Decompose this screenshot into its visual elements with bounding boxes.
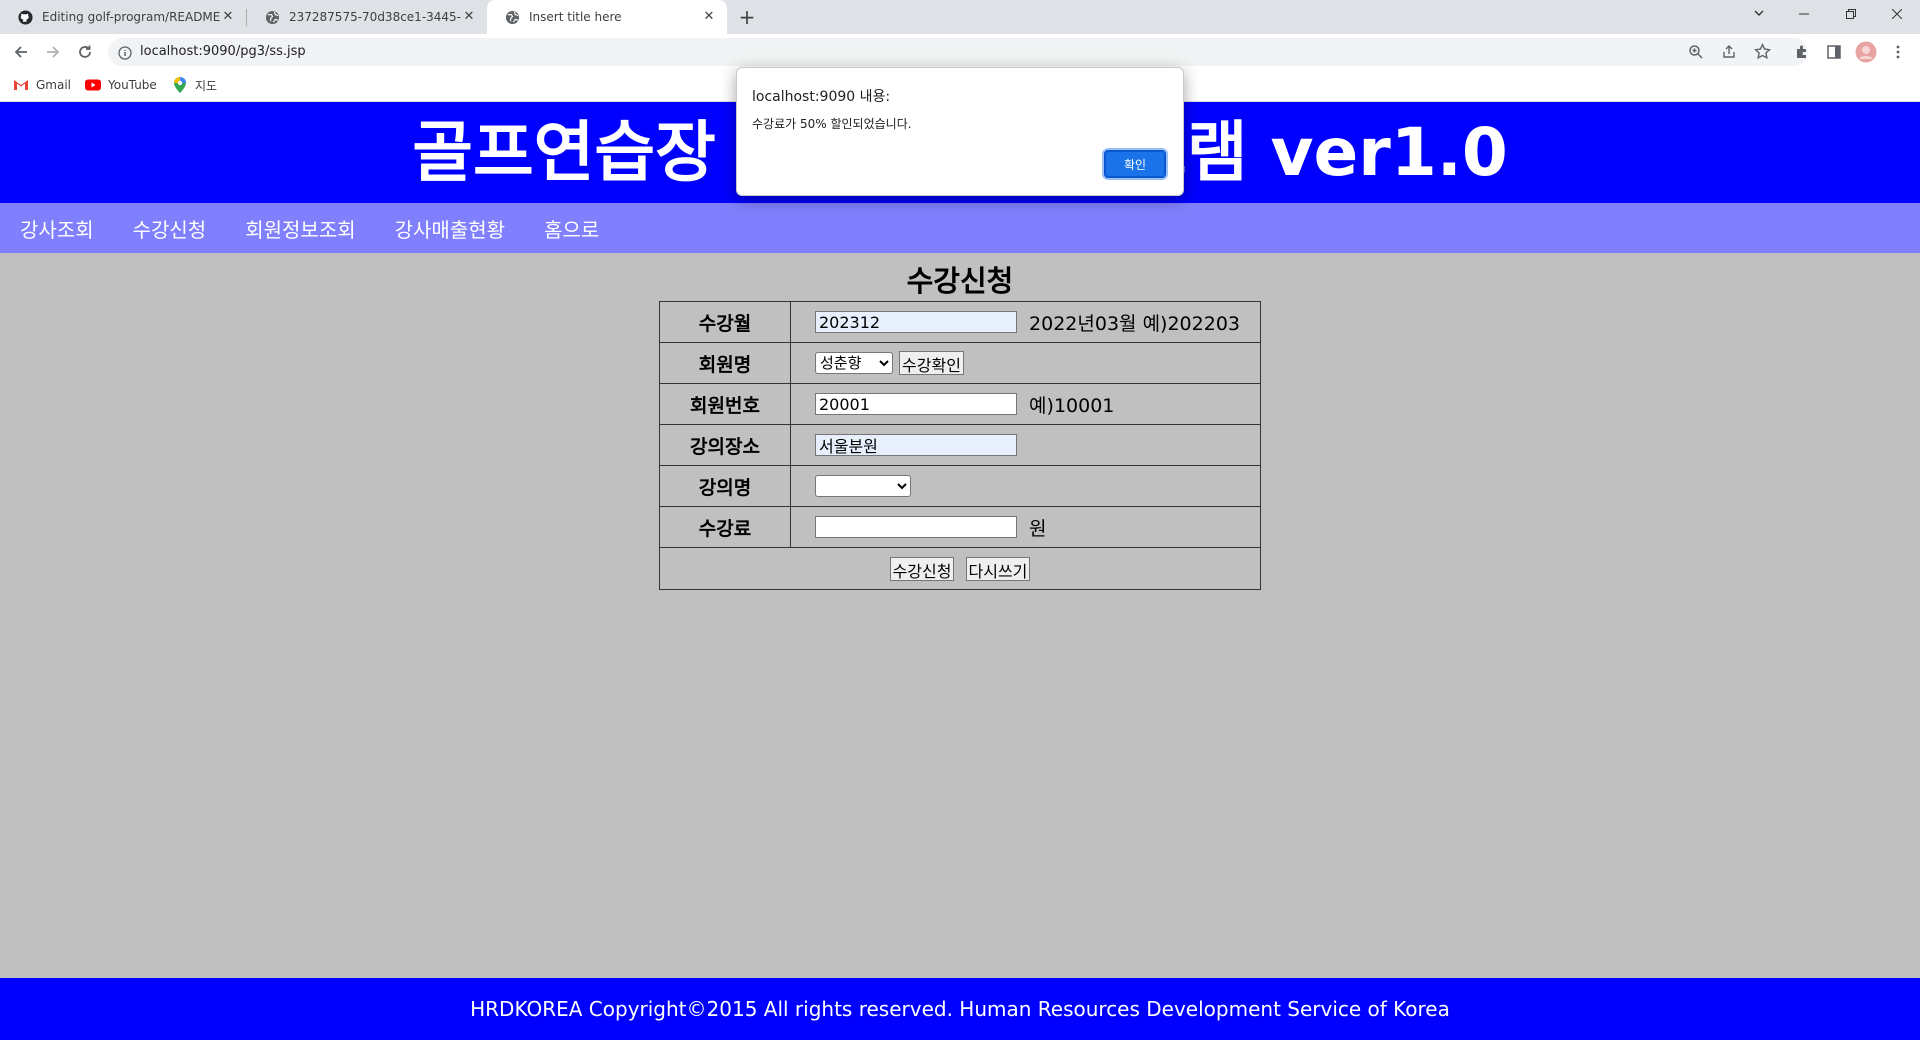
close-icon[interactable]: ✕ [461, 9, 477, 25]
check-course-button[interactable]: 수강확인 [899, 351, 964, 375]
form-heading: 수강신청 [906, 264, 1014, 298]
row-member-name: 회원명 성춘향 수강확인 [659, 342, 1261, 384]
tab-title: Editing golf-program/README. [42, 10, 220, 24]
month-hint: 2022년03월 예)202203 [1029, 312, 1240, 335]
row-class-name: 강의명 [659, 465, 1261, 507]
bookmark-maps[interactable]: 지도 [172, 70, 217, 100]
nav-link-member-info[interactable]: 회원정보조회 [245, 214, 355, 243]
close-icon[interactable]: ✕ [701, 9, 717, 25]
share-icon[interactable] [1721, 44, 1737, 64]
row-actions: 수강신청 다시쓰기 [659, 547, 1261, 590]
member-no-input[interactable] [815, 393, 1017, 415]
month-input[interactable] [815, 311, 1017, 333]
bookmark-label: Gmail [36, 78, 72, 92]
chevron-down-icon[interactable] [1736, 0, 1782, 30]
main-nav: 강사조회 수강신청 회원정보조회 강사매출현황 홈으로 [0, 203, 1920, 253]
back-icon[interactable] [9, 40, 33, 64]
tab-strip: Editing golf-program/README. ✕ 237287575… [0, 0, 1920, 34]
info-icon[interactable] [118, 45, 132, 64]
tab-active[interactable]: Insert title here ✕ [487, 0, 727, 34]
maps-icon [172, 77, 188, 93]
row-month: 수강월 2022년03월 예)202203 [659, 301, 1261, 343]
new-tab-button[interactable]: + [735, 6, 759, 28]
location-input[interactable] [815, 434, 1017, 457]
fee-unit: 원 [1029, 517, 1047, 540]
alert-dialog: localhost:9090 내용: 수강료가 50% 할인되었습니다. 확인 [736, 67, 1184, 196]
site-footer: HRDKOREA Copyright©2015 All rights reser… [0, 978, 1920, 1040]
url-text: localhost:9090/pg3/ss.jsp [140, 44, 306, 59]
nav-link-course-registration[interactable]: 수강신청 [133, 214, 207, 243]
fee-label: 수강료 [659, 506, 791, 548]
address-bar[interactable]: localhost:9090/pg3/ss.jsp [108, 38, 1808, 66]
browser-toolbar: localhost:9090/pg3/ss.jsp [0, 34, 1920, 70]
reload-icon[interactable] [73, 40, 97, 64]
member-name-select[interactable]: 성춘향 [815, 352, 893, 374]
side-panel-icon[interactable] [1822, 40, 1846, 64]
gmail-icon [13, 77, 29, 93]
registration-form: 수강월 2022년03월 예)202203 회원명 성춘향 수강확인 회원번호 … [659, 301, 1261, 590]
kebab-menu-icon[interactable] [1886, 40, 1910, 64]
globe-icon [265, 10, 280, 25]
member-no-hint: 예)10001 [1029, 394, 1115, 417]
zoom-icon[interactable] [1688, 44, 1704, 64]
row-fee: 수강료 원 [659, 506, 1261, 548]
restore-icon[interactable] [1828, 0, 1874, 30]
bookmark-youtube[interactable]: YouTube [85, 70, 157, 100]
reset-button[interactable]: 다시쓰기 [965, 556, 1031, 581]
github-icon [18, 9, 33, 25]
minimize-icon[interactable] [1781, 0, 1827, 30]
member-no-label: 회원번호 [659, 383, 791, 425]
row-member-no: 회원번호 예)10001 [659, 383, 1261, 425]
forward-icon[interactable] [41, 40, 65, 64]
tab-github[interactable]: Editing golf-program/README. ✕ [0, 0, 246, 34]
tab-title: 237287575-70d38ce1-3445-474 [289, 10, 461, 24]
location-label: 강의장소 [659, 424, 791, 466]
youtube-icon [85, 77, 101, 93]
bookmark-gmail[interactable]: Gmail [13, 70, 71, 100]
globe-icon [505, 10, 520, 25]
profile-avatar[interactable] [1854, 40, 1878, 64]
nav-link-home[interactable]: 홈으로 [544, 214, 599, 243]
bookmark-star-icon[interactable] [1753, 42, 1772, 64]
nav-link-instructor-sales[interactable]: 강사매출현황 [395, 214, 505, 243]
class-name-select[interactable] [815, 475, 911, 498]
month-label: 수강월 [659, 301, 791, 343]
extensions-icon[interactable] [1790, 40, 1814, 64]
bookmark-label: 지도 [195, 78, 218, 93]
close-icon[interactable]: ✕ [220, 9, 236, 25]
member-name-label: 회원명 [659, 342, 791, 384]
row-location: 강의장소 [659, 424, 1261, 466]
class-name-label: 강의명 [659, 465, 791, 507]
bookmark-label: YouTube [108, 78, 157, 92]
tab-title: Insert title here [529, 10, 622, 24]
alert-message: 수강료가 50% 할인되었습니다. [752, 117, 912, 131]
fee-input[interactable] [815, 516, 1017, 538]
close-window-icon[interactable] [1874, 0, 1920, 30]
tab-image[interactable]: 237287575-70d38ce1-3445-474 ✕ [247, 0, 487, 34]
alert-ok-button[interactable]: 확인 [1104, 150, 1166, 178]
alert-title: localhost:9090 내용: [752, 89, 891, 105]
nav-link-instructor-lookup[interactable]: 강사조회 [20, 214, 94, 243]
submit-button[interactable]: 수강신청 [889, 556, 955, 581]
